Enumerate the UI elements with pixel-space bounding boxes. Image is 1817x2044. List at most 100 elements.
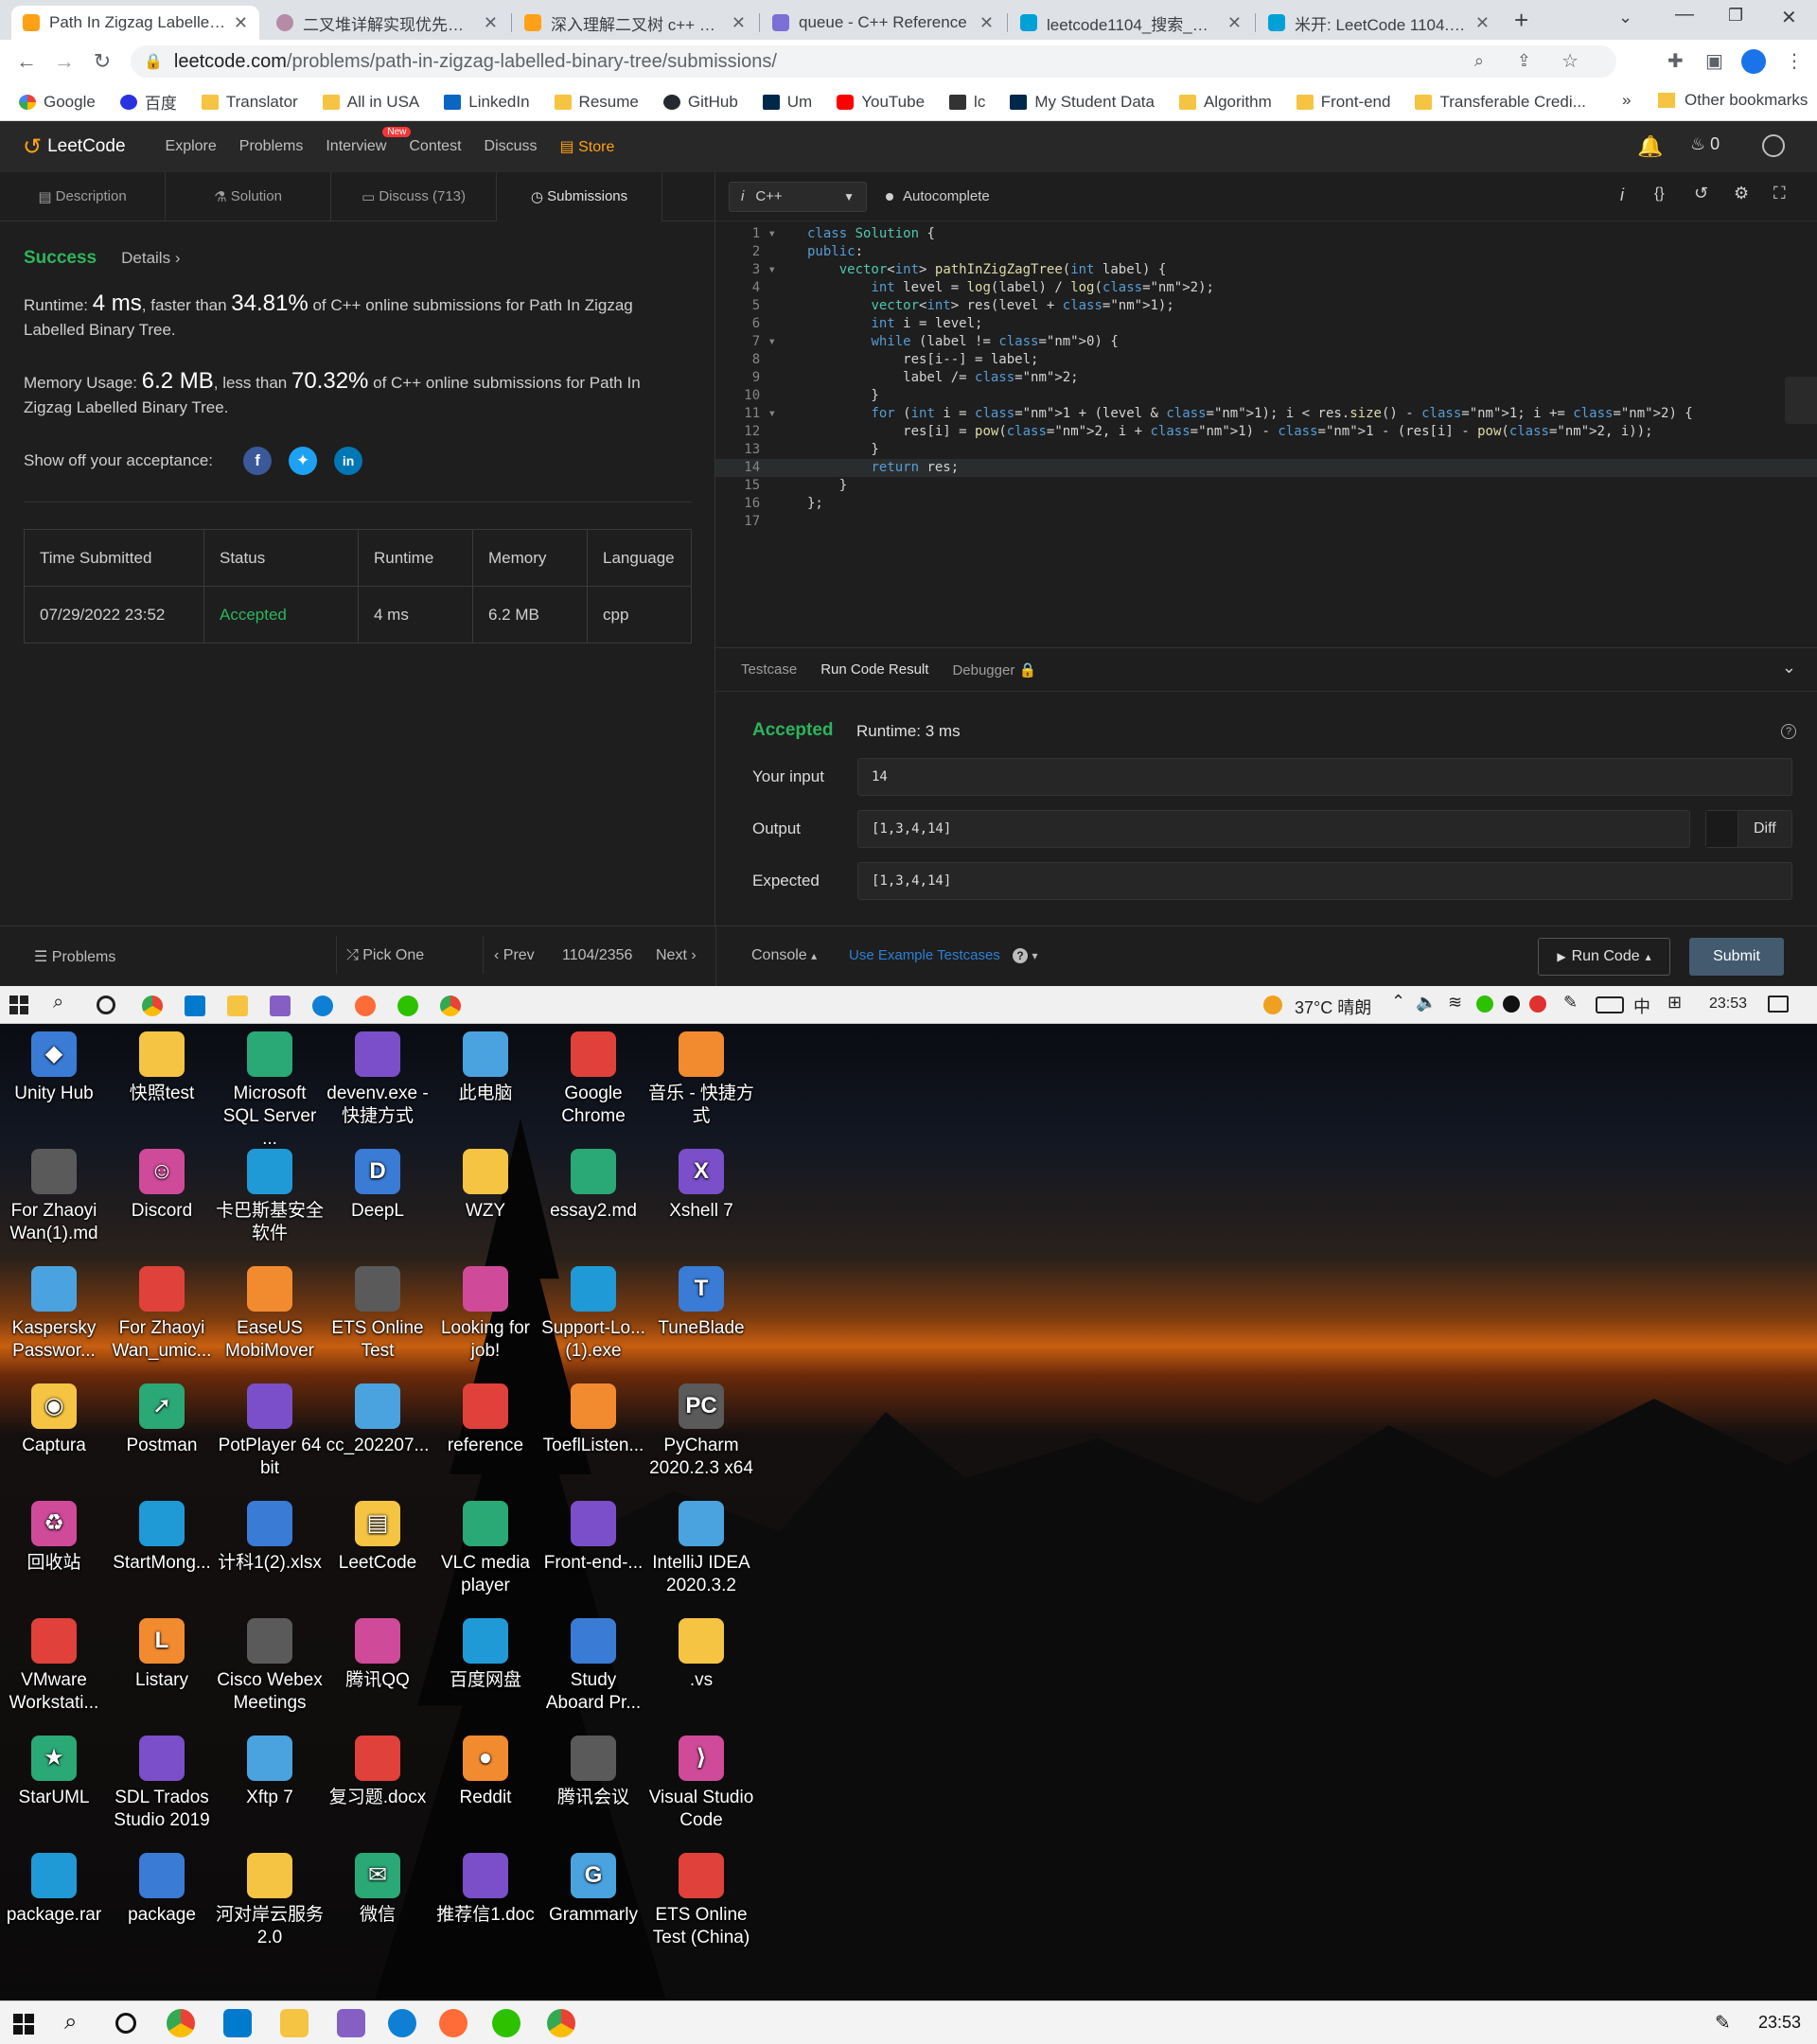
clock[interactable]: 23:53 (1758, 2013, 1801, 2033)
notification-bell-icon[interactable]: 🔔 (1637, 134, 1663, 159)
desktop-icon[interactable]: ➚ Postman (108, 1383, 216, 1457)
desktop-icon[interactable]: PC PyCharm 2020.2.3 x64 (647, 1383, 755, 1480)
format-code-icon[interactable]: {} (1654, 185, 1665, 203)
postman-taskbar-icon[interactable] (355, 996, 376, 1016)
tab-search-icon[interactable]: ⌄ (1618, 8, 1632, 27)
visual-studio-icon[interactable] (270, 996, 291, 1016)
status-link[interactable]: Accepted (203, 586, 359, 643)
desktop-icon[interactable]: .vs (647, 1618, 755, 1692)
desktop-icon[interactable]: ✉ 微信 (324, 1853, 432, 1927)
bookmark-github[interactable]: GitHub (662, 93, 738, 112)
user-avatar[interactable] (1762, 134, 1785, 157)
desktop-icon[interactable]: EaseUS MobiMover (216, 1266, 324, 1363)
code-line[interactable]: 3 ▾ vector<int> pathInZigZagTree(int lab… (715, 261, 1817, 279)
desktop-icon[interactable]: VLC media player (432, 1501, 539, 1597)
code-line[interactable]: 4 int level = log(label) / log(class="nm… (715, 279, 1817, 297)
code-lines[interactable]: 1 ▾ class Solution {2 public: 3 ▾ vector<i… (715, 225, 1817, 531)
bookmark-google[interactable]: Google (19, 93, 96, 112)
twitter-icon[interactable]: ✦ (289, 447, 318, 475)
minimize-icon[interactable]: — (1675, 4, 1694, 26)
desktop-icon[interactable]: ToeflListen... (539, 1383, 647, 1457)
desktop-icon[interactable]: devenv.exe - 快捷方式 (324, 1031, 432, 1128)
linkedin-share-icon[interactable]: in (334, 447, 363, 475)
autocomplete-toggle[interactable]: Autocomplete (886, 188, 990, 204)
nav-contest[interactable]: Contest (409, 138, 461, 155)
reset-code-icon[interactable]: ↺ (1694, 184, 1708, 203)
edge-icon[interactable] (388, 2009, 416, 2037)
close-tab-icon[interactable]: ✕ (484, 13, 498, 33)
desktop-icon[interactable]: 腾讯会议 (539, 1736, 647, 1809)
visual-studio-icon[interactable] (337, 2009, 365, 2037)
streak-counter[interactable]: ♨ 0 (1690, 134, 1720, 154)
desktop-icon[interactable]: 百度网盘 (432, 1618, 539, 1692)
chrome-taskbar-icon[interactable] (142, 996, 163, 1016)
qq-tray-icon[interactable] (1503, 996, 1520, 1013)
share-icon[interactable]: ⇪ (1517, 51, 1531, 71)
tab-run-code-result[interactable]: Run Code Result (820, 661, 928, 678)
bookmark-my-student-data[interactable]: My Student Data (1010, 93, 1155, 112)
desktop-icon[interactable]: reference (432, 1383, 539, 1457)
tab-submissions[interactable]: ◷ Submissions (497, 171, 662, 221)
diff-toggle[interactable]: Diff (1705, 810, 1792, 848)
bookmark-youtube[interactable]: YouTube (837, 93, 925, 112)
desktop-icon[interactable]: D DeepL (324, 1149, 432, 1223)
desktop-icon[interactable]: L Listary (108, 1618, 216, 1692)
bookmark-lc[interactable]: lc (949, 93, 985, 112)
bookmark-translator[interactable]: Translator (201, 93, 298, 112)
problems-button[interactable]: ☰ Problems (34, 947, 115, 966)
netease-tray-icon[interactable] (1529, 996, 1546, 1013)
code-line[interactable]: 16 }; (715, 495, 1817, 513)
bookmark-baidu[interactable]: 百度 (119, 90, 177, 114)
weather-text[interactable]: 37°C 晴朗 (1295, 995, 1371, 1019)
desktop-icon[interactable]: Cisco Webex Meetings (216, 1618, 324, 1715)
code-line[interactable]: 1 ▾ class Solution { (715, 225, 1817, 243)
settings-gear-icon[interactable]: ⚙ (1734, 184, 1749, 203)
desktop-icon[interactable]: StartMong... (108, 1501, 216, 1575)
bookmark-algorithm[interactable]: Algorithm (1178, 93, 1272, 112)
desktop-icon[interactable]: ▤ LeetCode (324, 1501, 432, 1575)
pick-one-button[interactable]: ⤮ Pick One (346, 947, 424, 964)
side-panel-icon[interactable]: ▣ (1705, 49, 1723, 73)
desktop-icon[interactable]: T TuneBlade (647, 1266, 755, 1340)
desktop-icon[interactable]: SDL Trados Studio 2019 (108, 1736, 216, 1832)
desktop-icon[interactable]: ☺ Discord (108, 1149, 216, 1223)
collapse-chevron-icon[interactable]: ⌄ (1782, 658, 1796, 678)
code-line[interactable]: 17 (715, 513, 1817, 531)
extensions-icon[interactable]: ✚ (1667, 49, 1684, 73)
desktop-icon[interactable]: Support-Lo... (1).exe (539, 1266, 647, 1363)
notification-center-icon[interactable] (1768, 996, 1789, 1013)
code-line[interactable]: 2 public: (715, 243, 1817, 261)
new-tab-icon[interactable]: + (1514, 6, 1528, 35)
desktop-icon[interactable]: For Zhaoyi Wan_umic... (108, 1266, 216, 1363)
ime-indicator[interactable]: 中 (1633, 994, 1650, 1018)
info-icon[interactable]: i (1620, 185, 1624, 205)
zoom-icon[interactable]: ⌕ (1474, 51, 1484, 71)
bookmark-resume[interactable]: Resume (554, 93, 639, 112)
desktop-icon[interactable]: Study Aboard Pr... (539, 1618, 647, 1715)
windows-start-icon[interactable] (13, 2014, 34, 2035)
wechat-taskbar-icon[interactable] (397, 996, 418, 1016)
profile-avatar[interactable] (1741, 49, 1766, 74)
tab-path-in-zigzag[interactable]: Path In Zigzag Labelled B ✕ (11, 6, 259, 40)
leetcode-logo[interactable]: ↺ LeetCode (23, 133, 126, 161)
nav-interview[interactable]: Interview New (326, 127, 412, 155)
reload-icon[interactable]: ↻ (87, 49, 117, 74)
desktop-icon[interactable]: G Grammarly (539, 1853, 647, 1927)
problem-counter[interactable]: 1104/2356 (562, 947, 632, 964)
tab-binary-heap[interactable]: 二叉堆详解实现优先级队列 ✕ (265, 6, 509, 40)
code-line[interactable]: 15 } (715, 477, 1817, 495)
file-explorer-icon[interactable] (227, 996, 248, 1016)
edge-icon[interactable] (312, 996, 333, 1016)
desktop-icon[interactable]: 卡巴斯基安全软件 (216, 1149, 324, 1245)
facebook-icon[interactable]: f (243, 447, 273, 475)
chrome-taskbar-icon[interactable] (167, 2009, 195, 2037)
desktop-icon[interactable]: package (108, 1853, 216, 1927)
code-line[interactable]: 12 res[i] = pow(class="nm">2, i + class=… (715, 423, 1817, 441)
back-icon[interactable]: ← (11, 49, 42, 74)
vscode-taskbar-icon[interactable] (223, 2009, 252, 2037)
next-button[interactable]: Next › (656, 947, 697, 964)
help-dropdown[interactable]: ? ▾ (1013, 947, 1037, 964)
code-line[interactable]: 14 return res; (715, 459, 1817, 477)
console-button[interactable]: Console ▴ (751, 947, 817, 964)
desktop-icon[interactable]: 快照test (108, 1031, 216, 1105)
